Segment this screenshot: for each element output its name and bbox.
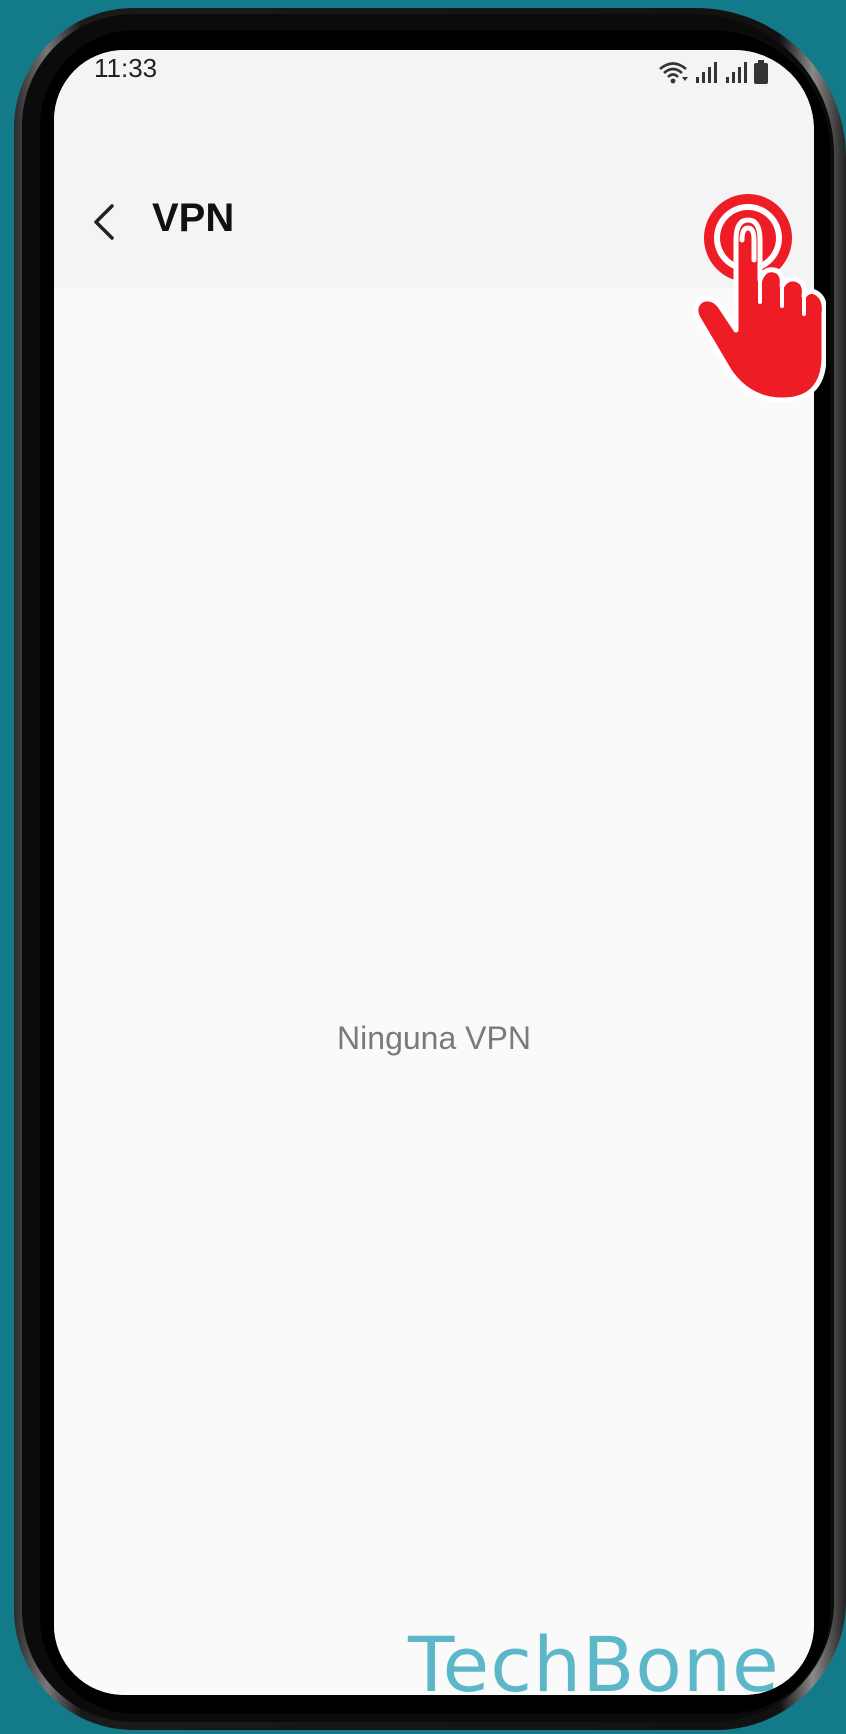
signal-icon	[726, 62, 747, 83]
battery-icon	[754, 60, 768, 84]
status-time: 11:33	[94, 53, 158, 83]
empty-state-message: Ninguna VPN	[337, 1020, 531, 1056]
chevron-left-icon[interactable]	[78, 196, 130, 248]
page-title: VPN	[152, 196, 235, 240]
tap-hand-icon	[693, 194, 826, 402]
vpn-list: Ninguna VPN	[54, 288, 814, 1695]
signal-icon	[696, 62, 717, 83]
wifi-icon	[659, 62, 688, 84]
status-icons	[658, 58, 768, 84]
stage: 11:33 VPN Ninguna VPN TechBone	[0, 0, 846, 1734]
watermark: TechBone	[408, 1620, 780, 1709]
status-bar: 11:33	[54, 50, 814, 130]
